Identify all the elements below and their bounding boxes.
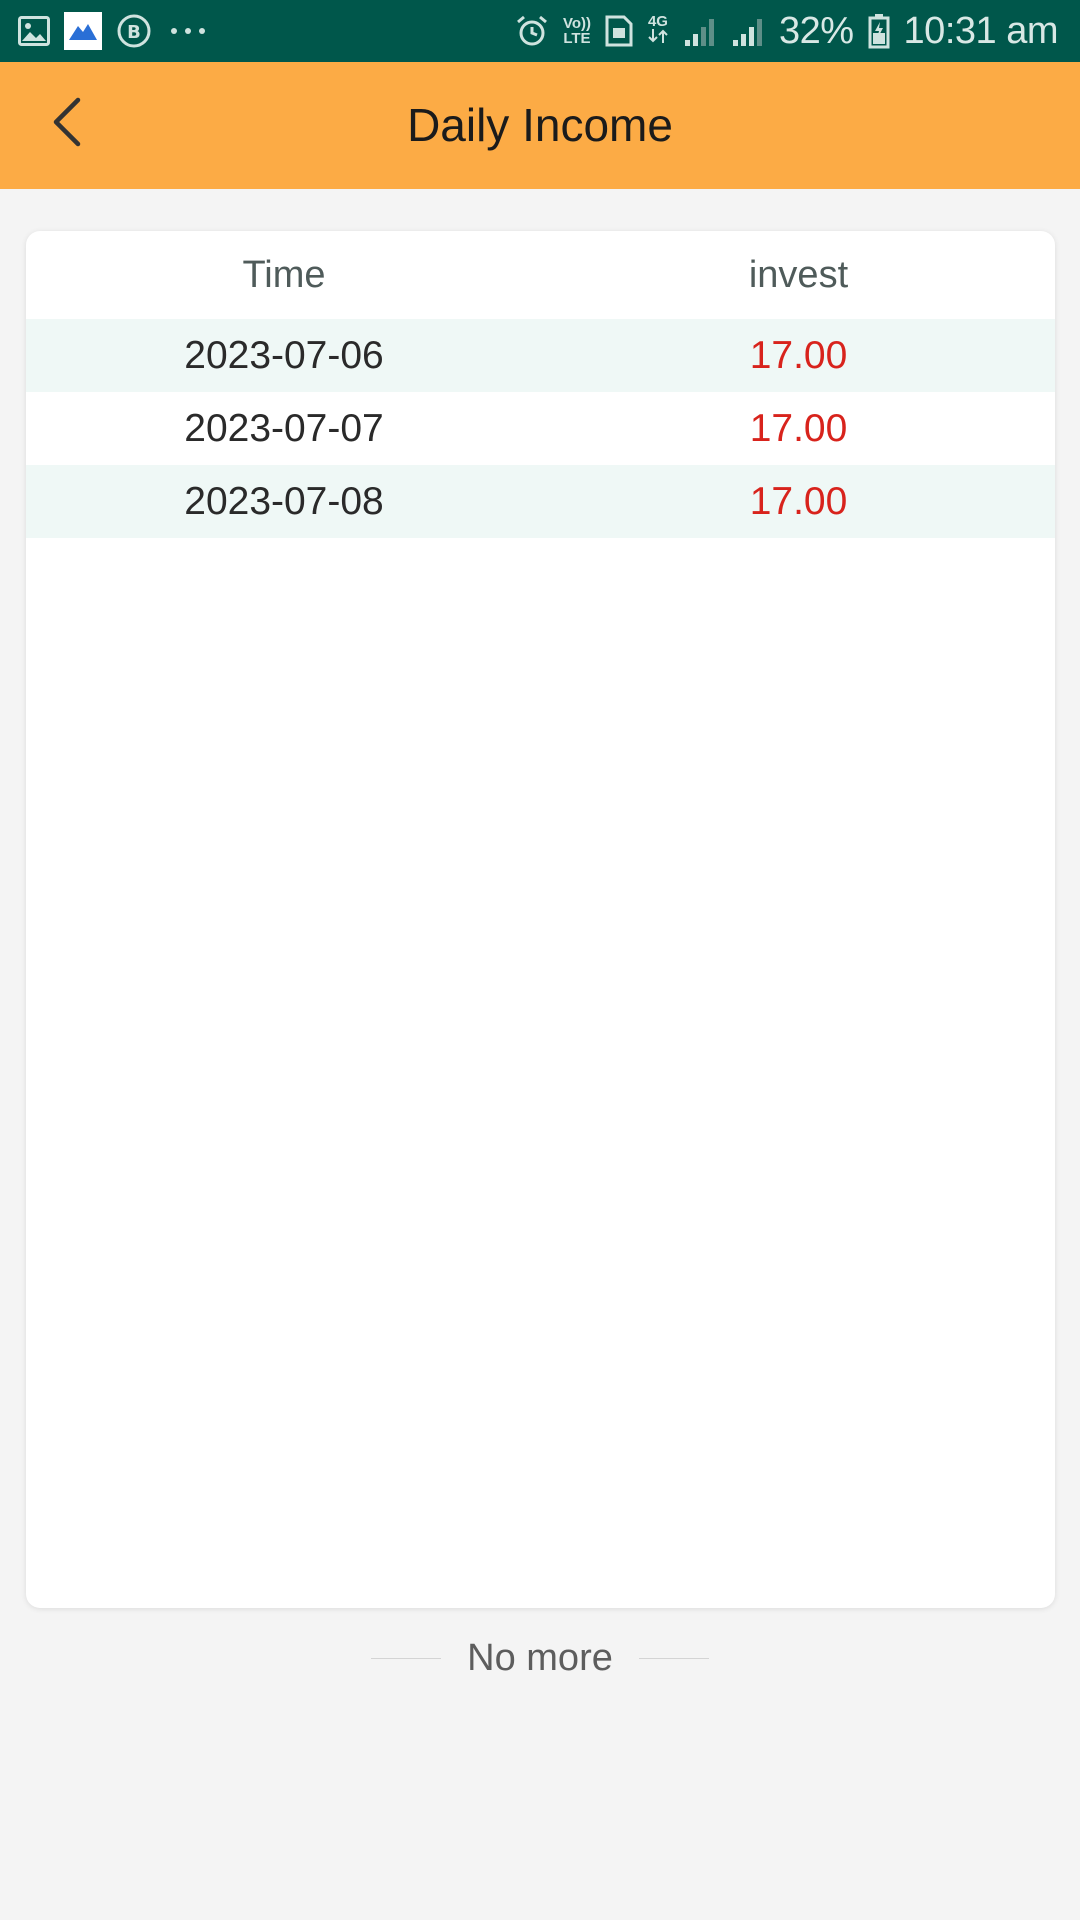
table-row: 2023-07-06 17.00	[26, 319, 1055, 392]
list-end-indicator: No more	[0, 1630, 1080, 1686]
table-row: 2023-07-08 17.00	[26, 465, 1055, 538]
volte-bottom-label: LTE	[563, 30, 591, 47]
network-type-label: 4G	[647, 13, 668, 30]
page-title: Daily Income	[407, 99, 673, 151]
more-dots-icon	[166, 26, 210, 36]
status-bar-left: B	[18, 12, 210, 50]
app-header: Daily Income	[0, 62, 1080, 189]
volte-icon: Vo)) LTE	[563, 16, 591, 46]
mountain-app-icon	[64, 12, 102, 50]
b-circle-icon: B	[116, 13, 152, 49]
table-row: 2023-07-07 17.00	[26, 392, 1055, 465]
divider-right	[638, 1657, 709, 1659]
volte-top-label: Vo))	[562, 15, 591, 32]
status-bar-right: Vo)) LTE 4G 32% 10:31 am	[515, 9, 1059, 53]
battery-icon	[868, 13, 890, 49]
alarm-icon	[515, 14, 549, 48]
4g-icon: 4G	[647, 14, 669, 48]
row-time: 2023-07-07	[184, 406, 384, 450]
divider-left	[371, 1657, 442, 1659]
signal-icon-2	[731, 14, 765, 48]
row-invest: 17.00	[749, 333, 848, 377]
row-time: 2023-07-06	[184, 333, 384, 377]
row-time: 2023-07-08	[184, 479, 384, 523]
row-invest: 17.00	[749, 479, 848, 523]
gallery-icon	[18, 16, 50, 46]
sim-icon	[605, 15, 633, 47]
column-header-time: Time	[242, 253, 326, 296]
income-table-card: Time invest 2023-07-06 17.00 2023-07-07 …	[26, 231, 1055, 1608]
svg-text:B: B	[127, 22, 141, 43]
column-header-invest: invest	[748, 253, 849, 296]
battery-percent: 32%	[778, 9, 854, 52]
status-time: 10:31 am	[903, 9, 1059, 52]
status-bar: B Vo)) LTE 4G 32% 10:31 am	[0, 0, 1080, 62]
no-more-label: No more	[467, 1636, 613, 1679]
row-invest: 17.00	[749, 406, 848, 450]
signal-icon	[683, 14, 717, 48]
table-header: Time invest	[26, 231, 1055, 319]
